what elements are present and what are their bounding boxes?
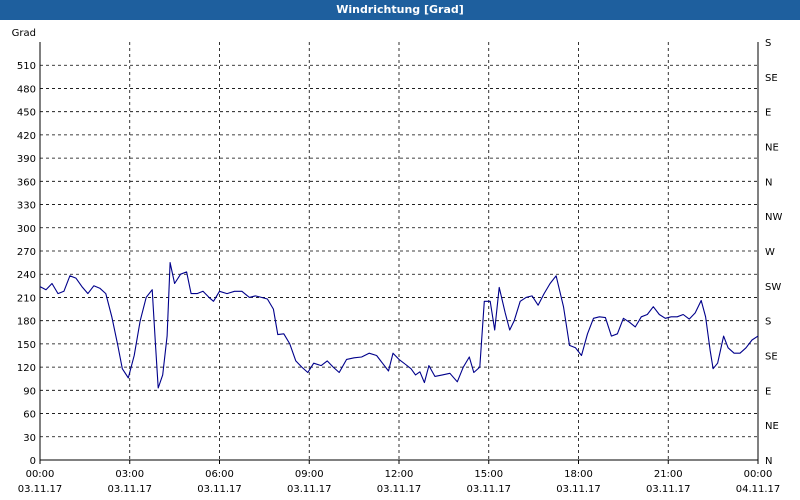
x-tick-date: 03.11.17 — [646, 484, 691, 495]
compass-label: S — [765, 317, 771, 328]
y-tick-label: 120 — [17, 363, 36, 374]
y-tick-label: 480 — [17, 84, 36, 95]
x-tick-date: 03.11.17 — [466, 484, 511, 495]
compass-label: SE — [765, 73, 778, 84]
wind-direction-chart: Grad 0 30 60 90 120 150 180 210 240 270 300 330 360 3… — [12, 28, 783, 495]
window-title-bar: Windrichtung [Grad] — [0, 0, 800, 20]
window-title: Windrichtung [Grad] — [336, 3, 464, 16]
y-tick-label: 450 — [17, 108, 36, 119]
y-tick-label: 30 — [23, 433, 36, 444]
y-tick-label: 210 — [17, 293, 36, 304]
y-tick-label: 360 — [17, 177, 36, 188]
x-tick-date: 03.11.17 — [556, 484, 601, 495]
compass-label: SE — [765, 352, 778, 363]
axes: Grad 0 30 60 90 120 150 180 210 240 270 300 330 360 3… — [12, 28, 783, 495]
x-tick-date: 03.11.17 — [197, 484, 242, 495]
y-tick-label: 510 — [17, 61, 36, 72]
x-tick-date: 03.11.17 — [377, 484, 422, 495]
x-tick-time: 15:00 — [474, 469, 503, 480]
y-axis-unit-label: Grad — [12, 28, 36, 39]
compass-label: E — [765, 386, 771, 397]
x-tick-time: 09:00 — [295, 469, 324, 480]
x-tick-date: 04.11.17 — [736, 484, 781, 495]
compass-label: N — [765, 177, 772, 188]
y-tick-label: 240 — [17, 270, 36, 281]
y-tick-label: 420 — [17, 131, 36, 142]
y-tick-label: 150 — [17, 340, 36, 351]
x-tick-time: 00:00 — [744, 469, 773, 480]
compass-label: NW — [765, 212, 782, 223]
x-tick-time: 03:00 — [115, 469, 144, 480]
compass-label: E — [765, 108, 771, 119]
x-tick-time: 00:00 — [26, 469, 55, 480]
y-tick-label: 90 — [23, 386, 36, 397]
x-tick-time: 12:00 — [385, 469, 414, 480]
x-tick-time: 18:00 — [564, 469, 593, 480]
compass-label: NE — [765, 421, 779, 432]
compass-label: S — [765, 38, 771, 49]
y-tick-label: 330 — [17, 201, 36, 212]
compass-label: N — [765, 456, 772, 467]
y-tick-label: 0 — [30, 456, 36, 467]
compass-label: NE — [765, 143, 779, 154]
x-tick-time: 06:00 — [205, 469, 234, 480]
y-tick-label: 180 — [17, 317, 36, 328]
grid — [40, 42, 758, 460]
y-tick-label: 270 — [17, 247, 36, 258]
x-tick-date: 03.11.17 — [287, 484, 332, 495]
x-tick-time: 21:00 — [654, 469, 683, 480]
compass-label: W — [765, 247, 775, 258]
x-tick-date: 03.11.17 — [18, 484, 63, 495]
y-tick-label: 300 — [17, 224, 36, 235]
y-tick-label: 60 — [23, 410, 36, 421]
y-tick-label: 390 — [17, 154, 36, 165]
x-tick-date: 03.11.17 — [107, 484, 152, 495]
compass-label: SW — [765, 282, 781, 293]
